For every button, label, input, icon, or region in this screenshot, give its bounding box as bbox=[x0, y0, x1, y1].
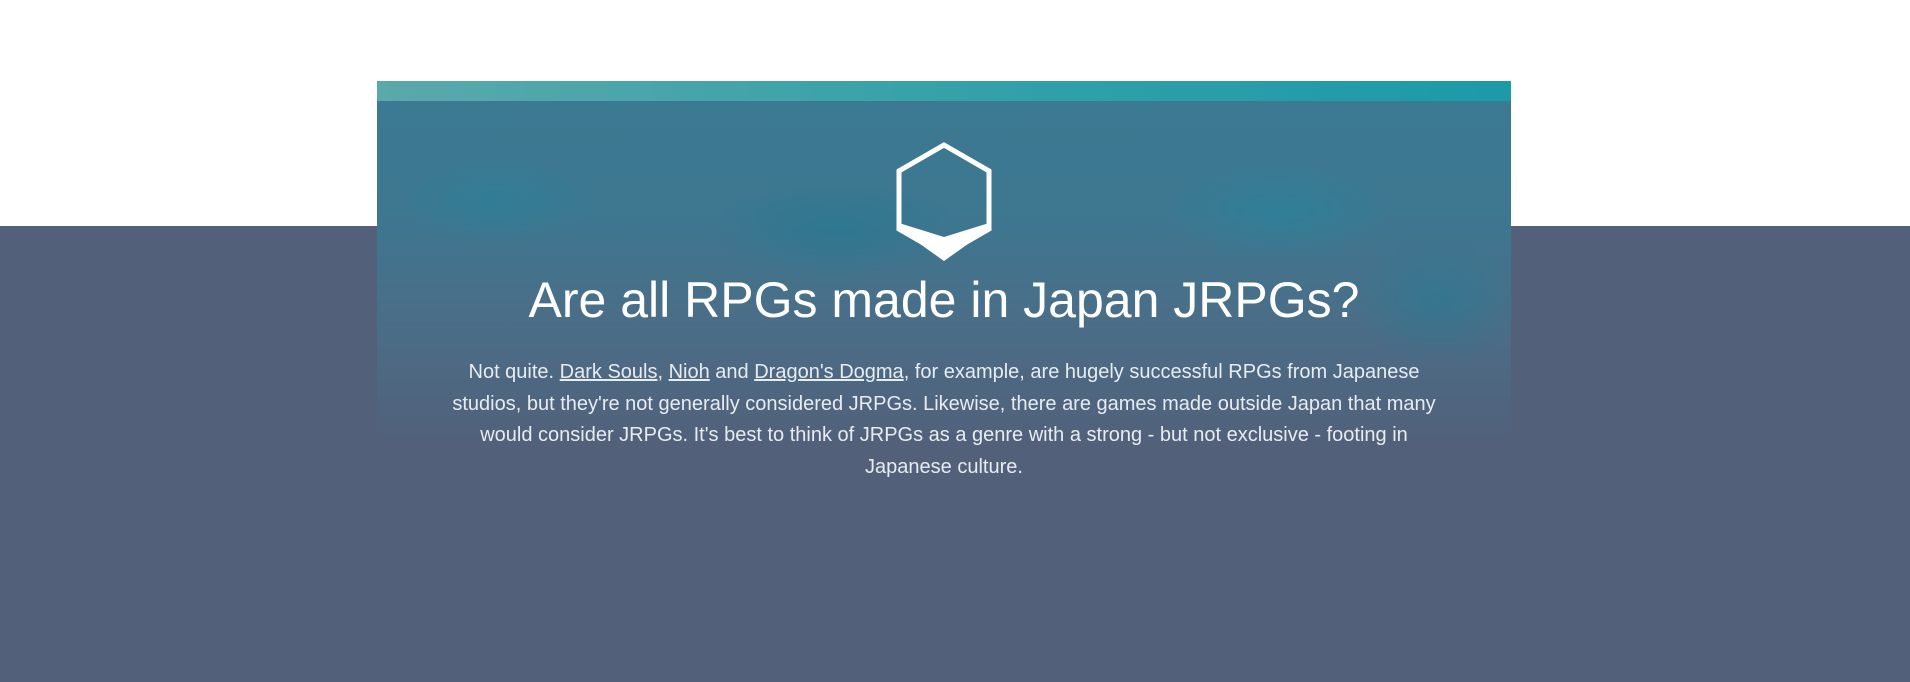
link-nioh[interactable]: Nioh bbox=[669, 361, 710, 383]
hexagon-icon bbox=[896, 142, 992, 261]
answer-separator: and bbox=[709, 361, 755, 383]
answer-separator: , bbox=[657, 361, 669, 383]
faq-question-heading: Are all RPGs made in Japan JRPGs? bbox=[528, 272, 1360, 328]
faq-card: Are all RPGs made in Japan JRPGs? Not qu… bbox=[377, 81, 1511, 551]
link-dragons-dogma[interactable]: Dragon's Dogma bbox=[754, 361, 903, 383]
card-accent-bar bbox=[377, 81, 1511, 101]
faq-answer-text: Not quite. Dark Souls, Nioh and Dragon's… bbox=[437, 357, 1451, 483]
link-dark-souls[interactable]: Dark Souls bbox=[560, 361, 658, 383]
answer-intro: Not quite. bbox=[468, 361, 560, 383]
